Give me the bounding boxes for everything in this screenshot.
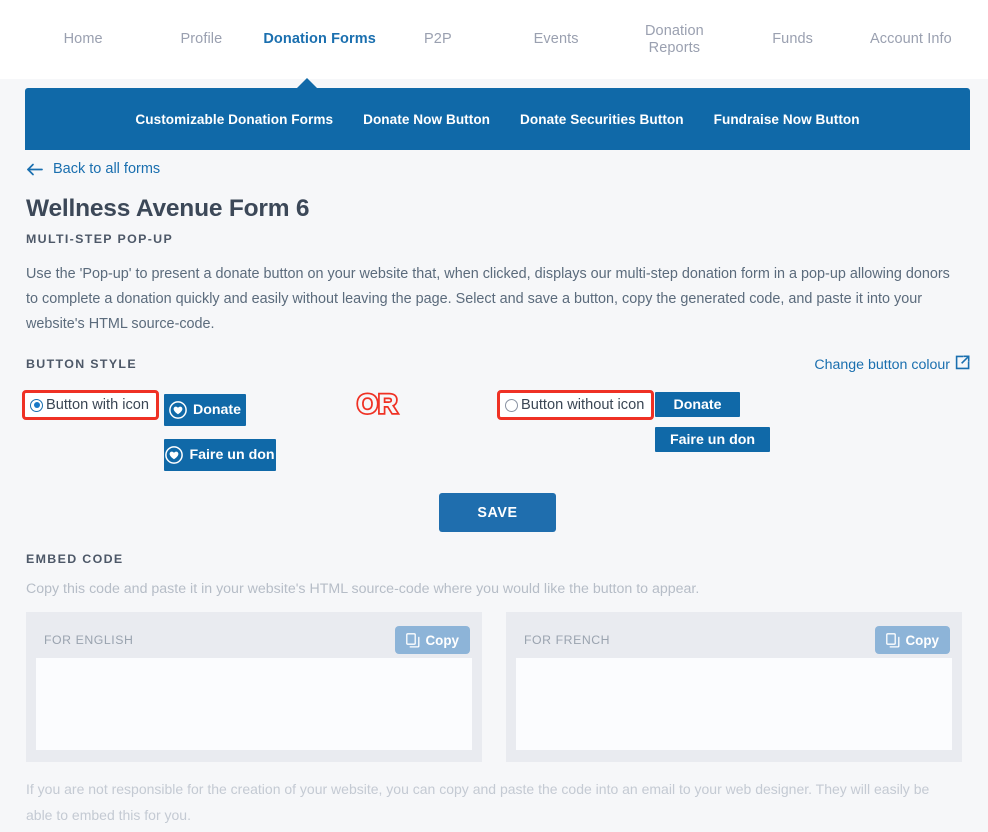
nav-item-home[interactable]: Home [24,31,142,48]
donate-button-with-icon-en-label: Donate [192,402,242,418]
or-separator: OR [355,387,399,421]
page-description: Use the 'Pop-up' to present a donate but… [26,266,950,332]
change-button-colour-link[interactable]: Change button colour [814,355,970,374]
change-button-colour-label: Change button colour [814,356,950,373]
back-to-all-forms-link[interactable]: Back to all forms [26,161,160,177]
save-button[interactable]: SAVE [439,493,556,532]
header-background-left [0,79,25,151]
donate-button-with-icon-en[interactable]: Donate [164,394,246,426]
subnav-item-donate-securities-button[interactable]: Donate Securities Button [520,112,684,127]
copy-english-button[interactable]: Copy [394,626,470,654]
donate-button-plain-fr[interactable]: Faire un don [655,427,770,452]
top-navigation-bar: Home Profile Donation Forms P2P Events D… [0,0,988,79]
button-with-icon-label: Button with icon [46,397,150,413]
donate-button-with-icon-fr[interactable]: Faire un don [164,439,276,471]
external-link-icon [955,355,970,374]
embed-panel-english: FOR ENGLISH Copy [26,612,482,762]
nav-item-donation-forms[interactable]: Donation Forms [261,31,379,48]
donate-button-plain-en[interactable]: Donate [655,392,740,417]
subnav-item-fundraise-now-button[interactable]: Fundraise Now Button [714,112,860,127]
donate-button-with-icon-fr-label: Faire un don [189,447,275,463]
radio-button-with-icon[interactable] [30,398,43,412]
main-content: Back to all forms Wellness Avenue Form 6… [0,151,988,373]
nav-item-donation-reports[interactable]: Donation Reports [615,23,733,57]
embed-panel-french-header: FOR FRENCH Copy [516,622,952,658]
subnav-item-donate-now-button[interactable]: Donate Now Button [363,112,490,127]
page-subtitle: MULTI-STEP POP-UP [26,232,174,246]
embed-code-panels: FOR ENGLISH Copy FOR FRENCH Copy [26,612,962,762]
nav-item-events[interactable]: Events [497,31,615,48]
embed-code-english-textarea[interactable] [36,658,472,750]
copy-english-label: Copy [425,632,459,648]
top-navigation: Home Profile Donation Forms P2P Events D… [0,0,988,79]
copy-icon [885,632,900,648]
heart-circle-icon [169,401,187,419]
donate-button-plain-fr-label: Faire un don [669,431,756,448]
donate-button-plain-en-label: Donate [673,396,722,413]
copy-french-label: Copy [905,632,939,648]
button-with-icon-option[interactable]: Button with icon [22,390,160,420]
subnav-item-customizable-donation-forms[interactable]: Customizable Donation Forms [135,112,333,127]
button-without-icon-option[interactable]: Button without icon [497,390,655,420]
radio-button-without-icon[interactable] [505,398,518,412]
embed-panel-french-heading: FOR FRENCH [524,633,611,647]
embed-code-french-textarea[interactable] [516,658,952,750]
embed-code-footer-note: If you are not responsible for the creat… [26,781,930,823]
page-title: Wellness Avenue Form 6 [26,195,310,222]
copy-french-button[interactable]: Copy [874,626,950,654]
back-to-all-forms-label: Back to all forms [53,161,161,177]
nav-item-p2p[interactable]: P2P [379,31,497,48]
embed-panel-english-heading: FOR ENGLISH [44,633,134,647]
nav-item-profile[interactable]: Profile [142,31,260,48]
header-background-right [970,79,988,151]
button-style-label: BUTTON STYLE [26,357,137,371]
embed-code-label: EMBED CODE [26,552,124,566]
copy-icon [405,632,420,648]
arrow-left-icon [26,162,43,177]
button-without-icon-label: Button without icon [521,397,645,413]
heart-circle-icon [165,446,184,464]
sub-navigation: Customizable Donation Forms Donate Now B… [25,88,970,150]
embed-panel-english-header: FOR ENGLISH Copy [36,622,472,658]
embed-panel-french: FOR FRENCH Copy [506,612,962,762]
nav-item-account-info[interactable]: Account Info [852,31,970,48]
nav-item-funds[interactable]: Funds [734,31,852,48]
embed-code-description: Copy this code and paste it in your webs… [26,581,700,597]
